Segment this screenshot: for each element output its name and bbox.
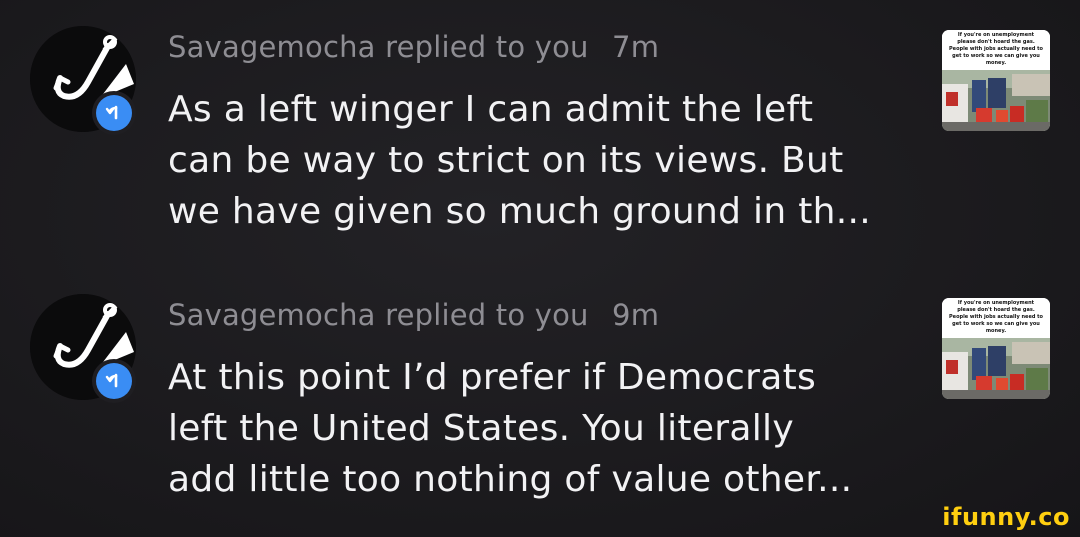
reply-line: add little too nothing of value other... <box>168 459 853 500</box>
notifications-panel: Savagemocha replied to you 7m As a left … <box>0 0 1080 537</box>
reply-line: can be way to strict on its views. But <box>168 140 844 181</box>
thumbnail-caption: If you're on unemployment please don't h… <box>942 30 1050 70</box>
ifunny-watermark: ifunny.co <box>942 503 1070 531</box>
username[interactable]: Savagemocha <box>168 298 376 332</box>
post-thumbnail[interactable]: If you're on unemployment please don't h… <box>942 30 1050 131</box>
reply-line: left the United States. You literally <box>168 408 794 449</box>
thumbnail-photo <box>942 338 1050 399</box>
thumbnail-caption: If you're on unemployment please don't h… <box>942 298 1050 338</box>
reply-badge <box>92 359 136 403</box>
reply-line: As a left winger I can admit the left <box>168 89 814 130</box>
reply-badge <box>92 91 136 135</box>
notification-item[interactable]: Savagemocha replied to you 9m At this po… <box>0 278 1080 518</box>
notification-item[interactable]: Savagemocha replied to you 7m As a left … <box>0 10 1080 250</box>
reply-line: At this point I’d prefer if Democrats <box>168 357 817 398</box>
reply-arrow-icon <box>105 373 118 388</box>
reply-line: we have given so much ground in th... <box>168 191 871 232</box>
notification-header: Savagemocha replied to you 7m <box>168 30 659 64</box>
reply-arrow-icon <box>105 105 118 120</box>
reply-preview: At this point I’d prefer if Democrats le… <box>168 352 928 505</box>
username[interactable]: Savagemocha <box>168 30 376 64</box>
reply-preview: As a left winger I can admit the left ca… <box>168 84 928 237</box>
action-text: replied to you <box>385 298 589 332</box>
thumbnail-photo <box>942 70 1050 131</box>
action-text: replied to you <box>385 30 589 64</box>
timestamp: 9m <box>612 298 660 332</box>
timestamp: 7m <box>612 30 660 64</box>
post-thumbnail[interactable]: If you're on unemployment please don't h… <box>942 298 1050 399</box>
notification-header: Savagemocha replied to you 9m <box>168 298 659 332</box>
